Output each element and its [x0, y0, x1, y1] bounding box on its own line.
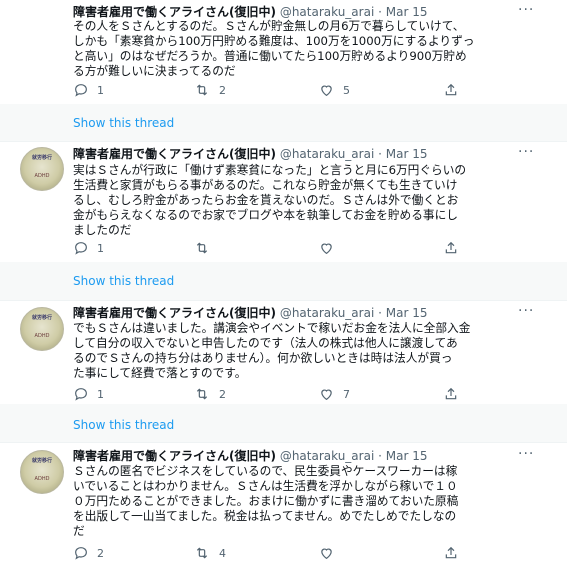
reply-icon [75, 84, 87, 97]
tweet-actions: 1 2 7 [73, 386, 473, 404]
share-icon [445, 387, 457, 400]
reply-button[interactable]: 2 [73, 545, 104, 561]
like-count: 5 [343, 83, 350, 97]
avatar[interactable]: 就労移行 ADHD [20, 450, 64, 494]
retweet-icon [196, 547, 208, 559]
avatar[interactable]: 就労移行 ADHD [20, 147, 64, 191]
tweet-text: その人をＳさんとするのだ。Ｓさんが貯金無しの月6万で暮らしていけて、 しかも「素… [73, 19, 475, 78]
like-count: 7 [343, 387, 350, 401]
display-name[interactable]: 障害者雇用で働くアライさん(復旧中) [73, 147, 276, 161]
share-button[interactable] [443, 545, 459, 561]
like-button[interactable]: 7 [318, 386, 350, 402]
retweet-icon [196, 84, 208, 96]
display-name[interactable]: 障害者雇用で働くアライさん(復旧中) [73, 449, 276, 463]
tweet-header: 障害者雇用で働くアライさん(復旧中) @hataraku_arai · Mar … [73, 306, 428, 320]
retweet-button[interactable]: 2 [193, 82, 226, 98]
like-button[interactable] [318, 240, 343, 256]
tweet[interactable]: 就労移行 ADHD 障害者雇用で働くアライさん(復旧中) @hataraku_a… [0, 442, 567, 567]
reply-button[interactable]: 1 [73, 386, 104, 402]
heart-icon [321, 389, 332, 401]
tweet-actions: 2 4 [73, 545, 473, 563]
heart-icon [321, 243, 332, 255]
share-button[interactable] [443, 240, 459, 256]
handle[interactable]: @hataraku_arai [280, 449, 374, 463]
timestamp[interactable]: Mar 15 [386, 5, 428, 19]
timestamp[interactable]: Mar 15 [386, 147, 428, 161]
reply-icon [75, 388, 87, 401]
avatar[interactable]: 就労移行 ADHD [20, 307, 64, 351]
handle[interactable]: @hataraku_arai [280, 306, 374, 320]
tweet[interactable]: 就労移行 ADHD 障害者雇用で働くアライさん(復旧中) @hataraku_a… [0, 300, 567, 442]
tweet-header: 障害者雇用で働くアライさん(復旧中) @hataraku_arai · Mar … [73, 147, 428, 161]
reply-count: 1 [97, 241, 104, 255]
retweet-count: 4 [219, 546, 226, 560]
display-name[interactable]: 障害者雇用で働くアライさん(復旧中) [73, 306, 276, 320]
retweet-count: 2 [219, 83, 226, 97]
reply-count: 1 [97, 83, 104, 97]
reply-button[interactable]: 1 [73, 82, 104, 98]
reply-button[interactable]: 1 [73, 240, 104, 256]
tweet-text: 実はＳさんが行政に「働けず素寒貧になった」と言うと月に6万円ぐらいの 生活費と家… [73, 163, 467, 237]
retweet-icon [196, 242, 208, 254]
share-button[interactable] [443, 82, 459, 98]
like-button[interactable]: 5 [318, 82, 350, 98]
share-icon [445, 83, 457, 96]
tweet-header: 障害者雇用で働くアライさん(復旧中) @hataraku_arai · Mar … [73, 449, 428, 463]
handle[interactable]: @hataraku_arai [280, 5, 374, 19]
tweet-actions: 1 2 5 [73, 82, 473, 100]
like-button[interactable] [318, 545, 343, 561]
timeline-feed: 障害者雇用で働くアライさん(復旧中) @hataraku_arai · Mar … [0, 0, 567, 567]
share-icon [445, 241, 457, 254]
share-button[interactable] [443, 386, 459, 402]
show-thread-link[interactable]: Show this thread [73, 418, 174, 432]
share-icon [445, 546, 457, 559]
more-options-icon[interactable]: ··· [518, 2, 534, 18]
show-thread-link[interactable]: Show this thread [73, 274, 174, 288]
reply-count: 2 [97, 546, 104, 560]
retweet-button[interactable]: 4 [193, 545, 226, 561]
tweet[interactable]: 就労移行 ADHD 障害者雇用で働くアライさん(復旧中) @hataraku_a… [0, 142, 567, 300]
more-options-icon[interactable]: ··· [518, 446, 534, 462]
retweet-count: 2 [219, 387, 226, 401]
retweet-button[interactable] [193, 240, 219, 256]
more-options-icon[interactable]: ··· [518, 144, 534, 160]
tweet-actions: 1 [73, 240, 473, 258]
retweet-icon [196, 388, 208, 400]
tweet-text: でもＳさんは違いました。講演会やイベントで稼いだお金を法人に全部入金 して自分の… [73, 321, 471, 380]
handle[interactable]: @hataraku_arai [280, 147, 374, 161]
reply-count: 1 [97, 387, 104, 401]
reply-icon [75, 547, 87, 560]
heart-icon [321, 85, 332, 97]
heart-icon [321, 548, 332, 560]
tweet[interactable]: 障害者雇用で働くアライさん(復旧中) @hataraku_arai · Mar … [0, 0, 567, 140]
show-thread-link[interactable]: Show this thread [73, 116, 174, 130]
timestamp[interactable]: Mar 15 [386, 449, 428, 463]
more-options-icon[interactable]: ··· [518, 303, 534, 319]
reply-icon [75, 242, 87, 255]
tweet-header: 障害者雇用で働くアライさん(復旧中) @hataraku_arai · Mar … [73, 5, 428, 19]
display-name[interactable]: 障害者雇用で働くアライさん(復旧中) [73, 5, 276, 19]
retweet-button[interactable]: 2 [193, 386, 226, 402]
timestamp[interactable]: Mar 15 [386, 306, 428, 320]
tweet-text: Ｓさんの匿名でビジネスをしているので、民生委員やケースワーカーは稼 いでいること… [73, 464, 459, 538]
